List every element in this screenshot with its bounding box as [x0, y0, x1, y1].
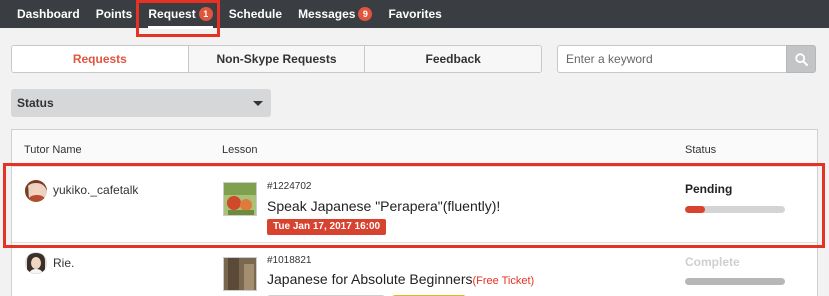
table-header: Tutor Name Lesson Status — [12, 130, 817, 167]
table-row[interactable]: Rie. #1018821 Japanese for Absolute Begi… — [12, 243, 817, 296]
tab-feedback[interactable]: Feedback — [365, 46, 541, 72]
tab-requests[interactable]: Requests — [12, 46, 189, 72]
lesson-thumbnail[interactable] — [223, 257, 257, 291]
request-tabs: Requests Non-Skype Requests Feedback — [11, 45, 542, 73]
nav-points-label: Points — [95, 7, 133, 21]
active-tab-indicator — [148, 26, 213, 29]
header-status: Status — [685, 144, 717, 156]
header-tutor-name: Tutor Name — [24, 144, 82, 156]
tab-non-skype-requests[interactable]: Non-Skype Requests — [188, 46, 366, 72]
status-filter-dropdown[interactable]: Status — [11, 89, 271, 117]
lesson-title-link[interactable]: Speak Japanese "Perapera"(fluently)! — [267, 198, 500, 214]
table-row[interactable]: yukiko._cafetalk #1224702 Speak Japanese… — [12, 167, 817, 243]
avatar[interactable] — [25, 180, 47, 202]
status-pending: Pending — [685, 182, 733, 196]
nav-messages[interactable]: Messages 9 — [298, 7, 373, 21]
nav-schedule[interactable]: Schedule — [229, 7, 282, 21]
avatar[interactable] — [25, 252, 47, 274]
nav-points[interactable]: Points — [96, 7, 133, 21]
progress-fill — [685, 206, 705, 213]
nav-messages-label: Messages — [298, 7, 356, 21]
lesson-date-badge: Tue Jan 17, 2017 16:00 — [267, 219, 387, 235]
lesson-title-link[interactable]: Japanese for Absolute Beginners(Free Tic… — [267, 271, 534, 287]
caret-down-icon — [253, 100, 263, 106]
nav-request-label: Request — [148, 7, 196, 21]
request-count-badge: 1 — [198, 7, 213, 21]
nav-schedule-label: Schedule — [228, 7, 283, 21]
requests-table: Tutor Name Lesson Status yukiko._cafetal… — [11, 129, 818, 296]
search-icon — [794, 52, 808, 66]
nav-dashboard-label: Dashboard — [17, 7, 80, 21]
search-input[interactable] — [557, 45, 786, 73]
free-ticket-label: (Free Ticket) — [472, 275, 535, 287]
nav-dashboard[interactable]: Dashboard — [17, 7, 80, 21]
messages-count-badge: 9 — [358, 7, 373, 21]
top-nav: Dashboard Points Request 1 Schedule Mess… — [0, 0, 829, 29]
status-progress-bar — [685, 278, 785, 285]
status-progress-bar — [685, 206, 785, 213]
header-lesson: Lesson — [222, 144, 258, 156]
nav-favorites[interactable]: Favorites — [388, 7, 441, 21]
status-complete: Complete — [685, 255, 740, 269]
nav-request[interactable]: Request 1 — [148, 7, 213, 29]
progress-fill — [685, 278, 785, 285]
lesson-thumbnail[interactable] — [223, 182, 257, 216]
lesson-id: #1224702 — [267, 181, 312, 192]
tutor-name-link[interactable]: Rie. — [53, 256, 74, 270]
lesson-id: #1018821 — [267, 255, 312, 266]
search-bar — [557, 45, 816, 73]
tutor-name-link[interactable]: yukiko._cafetalk — [53, 183, 138, 197]
nav-favorites-label: Favorites — [388, 7, 442, 21]
lesson-title-text: Japanese for Absolute Beginners — [267, 271, 473, 287]
status-filter-label: Status — [17, 96, 54, 110]
search-button[interactable] — [786, 45, 816, 73]
